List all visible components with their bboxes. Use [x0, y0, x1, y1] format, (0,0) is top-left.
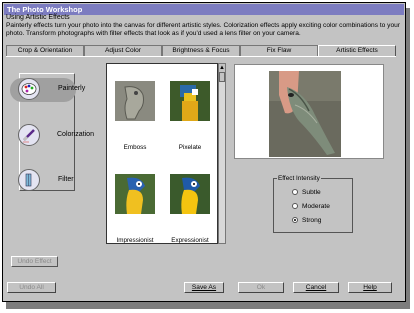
thumbnail-label-expressionist: Expressionist	[171, 237, 209, 244]
effect-intensity-legend: Effect Intensity	[277, 175, 321, 182]
fish-photo	[235, 65, 383, 158]
effect-category-panel: Painterly Colorization Filter	[10, 63, 94, 193]
radio-moderate[interactable]	[292, 203, 298, 209]
undo-effect-button[interactable]: Undo Effect	[11, 256, 58, 267]
thumbnail-label-emboss: Emboss	[123, 144, 147, 151]
palette-icon	[18, 78, 40, 100]
undo-all-button[interactable]: Undo All	[7, 282, 56, 293]
section-description: Painterly effects turn your photo into t…	[6, 22, 400, 37]
ok-button[interactable]: Ok	[238, 282, 284, 293]
tab-crop-orientation[interactable]: Crop & Orientation	[6, 45, 84, 56]
cancel-button[interactable]: Cancel	[293, 282, 339, 293]
intensity-label-strong: Strong	[302, 217, 322, 224]
intensity-option-moderate[interactable]: Moderate	[292, 203, 330, 210]
effect-thumbnail-list: Emboss Pixelate Impressionist Expression…	[106, 63, 218, 244]
category-label-colorization: Colorization	[57, 131, 94, 138]
tab-brightness-focus[interactable]: Brightness & Focus	[162, 45, 240, 56]
thumbnail-impressionist[interactable]	[115, 174, 155, 214]
category-colorization[interactable]: Colorization	[10, 124, 94, 148]
thumbnail-scrollbar[interactable]: ▲	[218, 63, 226, 244]
photo-preview	[234, 64, 384, 159]
thumbnail-pixelate[interactable]	[170, 81, 210, 121]
category-label-filter: Filter	[58, 176, 74, 183]
thumbnail-expressionist[interactable]	[170, 174, 210, 214]
section-title: Using Artistic Effects	[6, 14, 70, 21]
lens-filter-icon	[18, 169, 40, 191]
radio-subtle[interactable]	[292, 189, 298, 195]
tab-strip: Crop & Orientation Adjust Color Brightne…	[6, 45, 396, 56]
help-button[interactable]: Help	[348, 282, 392, 293]
save-as-button[interactable]: Save As	[184, 282, 224, 293]
scroll-thumb[interactable]	[219, 72, 225, 82]
intensity-option-subtle[interactable]: Subtle	[292, 189, 321, 196]
thumbnail-label-impressionist: Impressionist	[116, 237, 154, 244]
tab-adjust-color[interactable]: Adjust Color	[84, 45, 162, 56]
tab-fix-flaw[interactable]: Fix Flaw	[240, 45, 318, 56]
paintbrush-icon	[18, 124, 40, 146]
category-painterly[interactable]: Painterly	[10, 78, 85, 102]
thumbnail-emboss[interactable]	[115, 81, 155, 121]
category-filter[interactable]: Filter	[10, 169, 76, 193]
thumbnail-label-pixelate: Pixelate	[178, 144, 202, 151]
tab-artistic-effects[interactable]: Artistic Effects	[318, 45, 396, 56]
category-label-painterly: Painterly	[58, 85, 86, 92]
radio-strong[interactable]	[292, 217, 298, 223]
intensity-label-moderate: Moderate	[302, 203, 330, 210]
intensity-label-subtle: Subtle	[302, 189, 321, 196]
effect-intensity-group: Effect Intensity Subtle Moderate Strong	[273, 175, 353, 233]
intensity-option-strong[interactable]: Strong	[292, 217, 322, 224]
